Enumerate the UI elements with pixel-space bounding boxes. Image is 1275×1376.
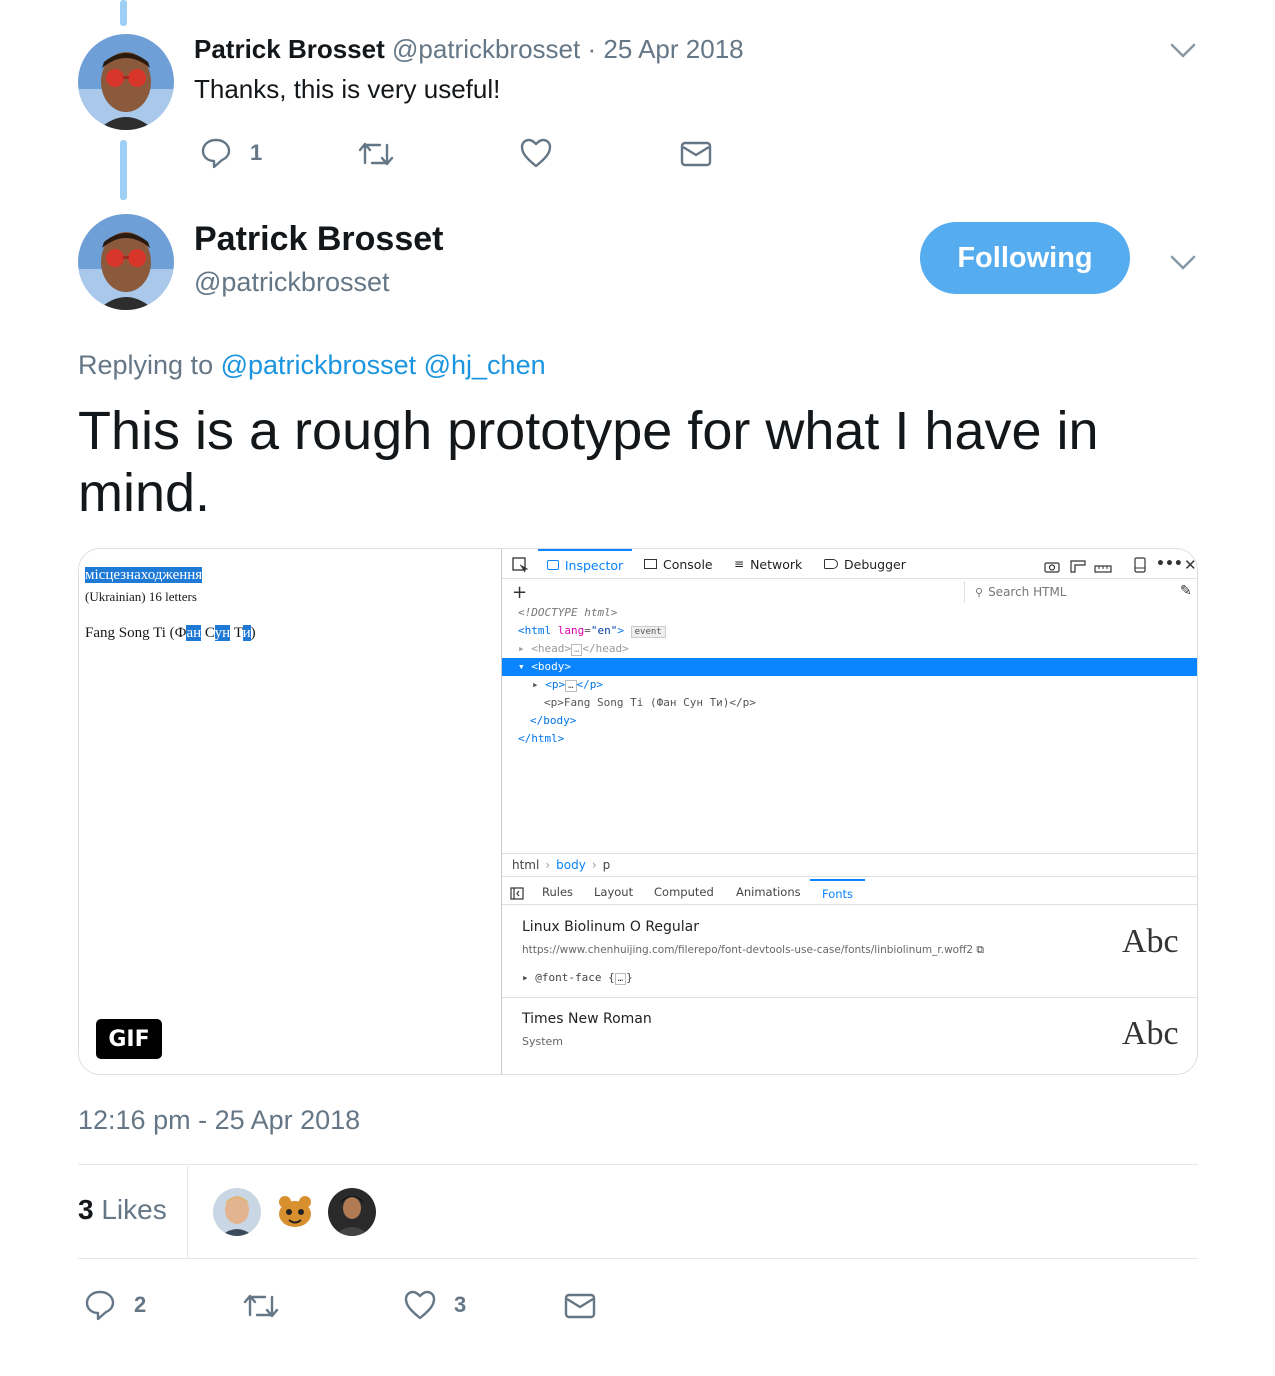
sidebar-toggle-icon[interactable] (510, 885, 524, 904)
like-icon (404, 1290, 436, 1320)
replying-prefix: Replying to (78, 350, 214, 380)
chevron-down-icon[interactable] (1170, 42, 1196, 65)
reply-count: 2 (134, 1292, 147, 1317)
thread-line-connector (120, 140, 127, 200)
chevron-down-icon[interactable] (1170, 254, 1196, 277)
font-name: Times New Roman (522, 1011, 652, 1027)
event-badge[interactable]: event (630, 626, 666, 638)
font-divider (502, 997, 1197, 998)
likes-stat[interactable]: 3 Likes (78, 1194, 167, 1226)
copy-icon[interactable]: ⧉ (976, 944, 984, 956)
author-handle[interactable]: @patrickbrosset (392, 34, 580, 64)
body-line-selected[interactable]: ▾ <body> (502, 658, 1197, 676)
tab-fonts[interactable]: Fonts (810, 879, 866, 905)
like-button[interactable]: 3 (404, 1290, 466, 1320)
rulers-icon[interactable] (1070, 558, 1086, 577)
author-name[interactable]: Patrick Brosset (194, 220, 443, 259)
search-html-input[interactable]: ⚲ Search HTML (964, 581, 1170, 603)
mention-link[interactable]: @patrickbrosset (221, 350, 416, 380)
retweet-icon (358, 139, 394, 169)
tweet-text: This is a rough prototype for what I hav… (78, 401, 1099, 523)
likes-count: 3 (78, 1194, 94, 1225)
mention-link[interactable]: @hj_chen (424, 350, 546, 380)
divider (78, 1164, 1198, 1165)
add-node-icon[interactable]: + (512, 582, 527, 603)
tab-debugger[interactable]: Debugger (824, 549, 906, 579)
ukrainian-note: (Ukrainian) 16 letters (85, 589, 197, 604)
breadcrumb-item[interactable]: html (512, 858, 539, 872)
ukrainian-word: місцезнаходження (85, 567, 203, 583)
tab-network[interactable]: ≡ Network (734, 549, 802, 579)
close-icon[interactable]: ✕ (1184, 556, 1197, 574)
tab-computed[interactable]: Computed (654, 885, 714, 899)
message-icon (680, 141, 712, 167)
breadcrumb-item[interactable]: body (556, 858, 586, 872)
rendered-page-pane: місцезнаходження (Ukrainian) 16 letters … (79, 549, 501, 1074)
measure-icon[interactable] (1094, 559, 1112, 578)
stat-divider (187, 1166, 188, 1258)
tab-layout[interactable]: Layout (594, 885, 633, 899)
message-button[interactable] (680, 141, 712, 167)
like-button[interactable] (520, 138, 552, 168)
html-close-line[interactable]: </html> (518, 732, 564, 745)
tab-rules[interactable]: Rules (542, 885, 573, 899)
tab-console[interactable]: Console (644, 549, 713, 579)
p-collapsed-line[interactable]: ▸ <p>… </p> (532, 678, 603, 692)
tab-animations[interactable]: Animations (736, 885, 801, 899)
replying-to: Replying to @patrickbrosset @hj_chen (78, 350, 546, 381)
font-preview-sample: Abc (1122, 1015, 1179, 1052)
message-button[interactable] (564, 1293, 596, 1319)
reply-tweet-header: Patrick Brosset @patrickbrosset · 25 Apr… (194, 34, 744, 65)
like-count: 3 (454, 1292, 467, 1317)
divider (78, 1258, 1198, 1259)
responsive-icon[interactable] (1134, 557, 1146, 577)
devtools-pane: Inspector Console ≡ Network Debugger •••… (501, 549, 1197, 1074)
following-button[interactable]: Following (920, 222, 1130, 294)
font-source: System (522, 1035, 564, 1048)
author-name[interactable]: Patrick Brosset (194, 34, 385, 64)
screenshot-icon[interactable] (1044, 558, 1060, 577)
author-handle[interactable]: @patrickbrosset (194, 267, 389, 298)
eyedropper-icon[interactable]: ✎ (1180, 583, 1192, 599)
reply-button[interactable]: 2 (84, 1289, 146, 1321)
head-line[interactable]: ▸ <head>… </head> (518, 642, 629, 656)
liker-avatar[interactable] (213, 1188, 261, 1236)
breadcrumb-item[interactable]: p (603, 858, 611, 872)
liker-avatar[interactable] (271, 1188, 319, 1236)
body-close-line[interactable]: </body> (530, 714, 576, 727)
font-name: Linux Biolinum O Regular (522, 919, 700, 935)
font-preview-sample: Abc (1122, 923, 1179, 960)
more-options-icon[interactable]: ••• (1156, 556, 1183, 572)
tweet-media-gif[interactable]: місцезнаходження (Ukrainian) 16 letters … (78, 548, 1198, 1075)
tab-inspector[interactable]: Inspector (538, 549, 632, 579)
avatar[interactable] (78, 214, 174, 310)
retweet-button[interactable] (243, 1291, 279, 1321)
likes-label: Likes (101, 1194, 167, 1225)
tweet-timestamp[interactable]: 12:16 pm - 25 Apr 2018 (78, 1105, 360, 1136)
header-separator: · (587, 34, 597, 64)
reply-tweet-text: Thanks, this is very useful! (194, 74, 501, 104)
retweet-icon (243, 1291, 279, 1321)
reply-icon (84, 1289, 116, 1321)
like-icon (520, 138, 552, 168)
retweet-button[interactable] (358, 139, 394, 169)
reply-icon (200, 137, 232, 169)
liker-avatar[interactable] (328, 1188, 376, 1236)
avatar[interactable] (78, 34, 174, 130)
p-fang-line[interactable]: <p>Fang Song Ti (Фан Сун Ти)</p> (544, 696, 756, 709)
fang-song-line: Fang Song Ti (Фан Сун Ти) (85, 625, 256, 641)
gif-badge: GIF (96, 1019, 162, 1059)
breadcrumb: html › body › p (502, 853, 1197, 877)
message-icon (564, 1293, 596, 1319)
search-icon: ⚲ (975, 585, 984, 599)
font-face-rule[interactable]: ▸ @font-face {…} (522, 971, 633, 985)
font-url[interactable]: https://www.chenhuijing.com/filerepo/fon… (522, 944, 984, 957)
html-open-line[interactable]: <html lang="en"> event (518, 624, 666, 638)
reply-button[interactable]: 1 (200, 137, 262, 169)
thread-line-top (120, 0, 127, 26)
doctype-line: <!DOCTYPE html> (518, 606, 618, 619)
tweet-date[interactable]: 25 Apr 2018 (603, 34, 743, 64)
element-picker-icon[interactable] (512, 557, 529, 577)
reply-count: 1 (250, 140, 263, 165)
